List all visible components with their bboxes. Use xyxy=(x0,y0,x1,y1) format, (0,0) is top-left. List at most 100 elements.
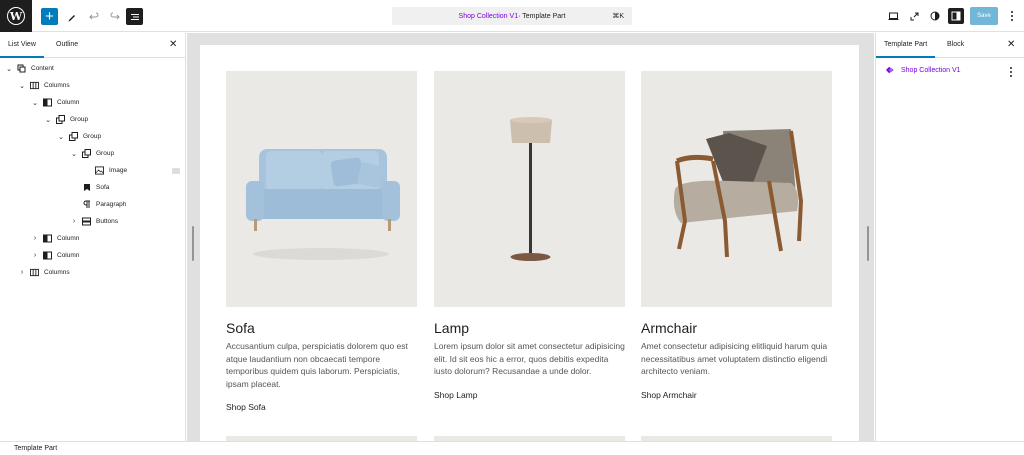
card-title[interactable]: Armchair xyxy=(641,320,832,336)
tab-template-part[interactable]: Template Part xyxy=(875,41,936,58)
list-view-item-paragraph[interactable]: Paragraph xyxy=(70,197,126,212)
list-view-item-label: Column xyxy=(57,235,80,242)
list-view-item-column[interactable]: › Column xyxy=(31,231,79,246)
shop-link[interactable]: Shop Sofa xyxy=(226,402,417,412)
sofa-image[interactable] xyxy=(226,71,417,307)
canvas-resize-handle-right[interactable] xyxy=(867,226,869,261)
list-view-item-label: Columns xyxy=(44,82,70,89)
save-button[interactable]: Save xyxy=(970,7,998,25)
list-view-item-columns[interactable]: ⌄ Columns xyxy=(18,78,70,93)
left-panel-tabs: List View Outline ✕ xyxy=(0,33,185,58)
group-icon xyxy=(82,149,91,158)
chevron-down-icon[interactable]: ⌄ xyxy=(57,133,65,141)
product-card-lamp[interactable]: Lamp Lorem ipsum dolor sit amet consecte… xyxy=(434,71,625,400)
card-title[interactable]: Sofa xyxy=(226,320,417,336)
undo-button[interactable] xyxy=(85,8,102,25)
device-preview-button[interactable] xyxy=(885,8,901,24)
block-inserter-button[interactable]: + xyxy=(41,8,58,25)
list-view-item-label: Group xyxy=(70,116,89,123)
column-icon xyxy=(43,98,52,107)
options-menu-button[interactable] xyxy=(1007,8,1017,24)
chevron-right-icon[interactable]: › xyxy=(70,218,78,225)
list-view-item-group[interactable]: ⌄ Group xyxy=(44,112,88,127)
buttons-icon xyxy=(82,217,91,226)
wordpress-logo-button[interactable]: W xyxy=(0,0,32,32)
list-view-item-content[interactable]: ⌄ Content xyxy=(5,61,54,76)
command-shortcut: ⌘K xyxy=(612,13,624,20)
template-part-options-button[interactable] xyxy=(1009,67,1013,77)
canvas-resize-handle-left[interactable] xyxy=(192,226,194,261)
product-card-armchair[interactable]: Armchair Amet consectetur adipisicing el… xyxy=(641,71,832,400)
list-view-item-buttons[interactable]: › Buttons xyxy=(70,214,118,229)
chevron-down-icon[interactable]: ⌄ xyxy=(44,116,52,124)
lamp-image[interactable] xyxy=(434,71,625,307)
settings-sidebar-button[interactable] xyxy=(948,8,964,24)
template-part-icon xyxy=(17,64,26,73)
list-view-item-label: Buttons xyxy=(96,218,119,225)
columns-icon xyxy=(30,268,39,277)
template-part-preview: Sofa Accusantium culpa, perspiciatis dol… xyxy=(200,45,859,441)
redo-icon xyxy=(110,12,120,19)
redo-button[interactable] xyxy=(106,8,123,25)
block-badge-icon xyxy=(172,167,181,174)
list-view-item-label: Columns xyxy=(44,269,70,276)
tab-block[interactable]: Block xyxy=(947,41,964,48)
tab-list-view[interactable]: List View xyxy=(0,41,44,58)
document-overview-button[interactable] xyxy=(126,8,143,25)
list-view-item-column[interactable]: › Column xyxy=(31,248,79,263)
list-view-panel: List View Outline ✕ ⌄ Content ⌄ Columns ⌄ Col… xyxy=(0,33,186,441)
list-view-item-label: Sofa xyxy=(96,184,110,191)
list-view-item-group[interactable]: ⌄ Group xyxy=(57,129,101,144)
chevron-down-icon[interactable]: ⌄ xyxy=(5,65,13,73)
product-card-sofa[interactable]: Sofa Accusantium culpa, perspiciatis dol… xyxy=(226,71,417,412)
list-view-item-label: Content xyxy=(31,65,54,72)
list-view-item-sofa[interactable]: Sofa xyxy=(70,180,109,195)
top-toolbar: W + Shop Collection V1 · Template Part ⌘… xyxy=(0,0,1024,32)
chevron-down-icon[interactable]: ⌄ xyxy=(18,82,26,90)
list-view-item-image[interactable]: Image xyxy=(83,163,181,178)
contrast-icon xyxy=(930,11,940,21)
group-icon xyxy=(69,132,78,141)
tab-outline[interactable]: Outline xyxy=(56,41,78,48)
right-panel-tabs: Template Part Block ✕ xyxy=(875,33,1024,58)
armchair-image[interactable] xyxy=(641,71,832,307)
desktop-icon xyxy=(888,12,898,20)
card-description[interactable]: Amet consectetur adipisicing elitliquid … xyxy=(641,340,832,378)
image-icon xyxy=(95,166,104,175)
shop-link[interactable]: Shop Armchair xyxy=(641,390,832,400)
view-page-button[interactable] xyxy=(906,8,922,24)
list-view-icon xyxy=(130,13,139,20)
styles-button[interactable] xyxy=(927,8,943,24)
list-view-item-label: Column xyxy=(57,99,80,106)
undo-icon xyxy=(88,12,98,19)
chevron-right-icon[interactable]: › xyxy=(31,235,39,242)
list-view-item-label: Paragraph xyxy=(96,201,127,208)
edit-tools-button[interactable] xyxy=(63,8,80,25)
chevron-down-icon[interactable]: ⌄ xyxy=(70,150,78,158)
list-view-item-group[interactable]: ⌄ Group xyxy=(70,146,114,161)
card-description[interactable]: Accusantium culpa, perspiciatis dolorem … xyxy=(226,340,417,390)
wordpress-icon: W xyxy=(7,7,25,25)
close-settings-icon[interactable]: ✕ xyxy=(1007,39,1015,50)
external-link-icon xyxy=(910,12,918,20)
chevron-down-icon[interactable]: ⌄ xyxy=(31,99,39,107)
card-description[interactable]: Lorem ipsum dolor sit amet consectetur a… xyxy=(434,340,625,378)
template-part-name: Shop Collection V1 xyxy=(901,66,961,74)
shop-link[interactable]: Shop Lamp xyxy=(434,390,625,400)
command-title: Shop Collection V1 xyxy=(458,12,519,20)
command-palette-bar[interactable]: Shop Collection V1 · Template Part ⌘K xyxy=(392,7,632,25)
list-view-item-column[interactable]: ⌄ Column xyxy=(31,95,79,110)
template-part-icon xyxy=(886,66,894,74)
template-part-item[interactable]: Shop Collection V1 xyxy=(886,66,961,74)
list-view-item-columns[interactable]: › Columns xyxy=(18,265,70,280)
group-icon xyxy=(56,115,65,124)
column-icon xyxy=(43,234,52,243)
chevron-right-icon[interactable]: › xyxy=(31,252,39,259)
list-view-item-label: Group xyxy=(96,150,115,157)
breadcrumb-item[interactable]: Template Part xyxy=(14,445,57,452)
chevron-right-icon[interactable]: › xyxy=(18,269,26,276)
close-list-view-icon[interactable]: ✕ xyxy=(169,39,177,50)
armchair-illustration xyxy=(673,129,804,258)
card-title[interactable]: Lamp xyxy=(434,320,625,336)
pencil-icon xyxy=(68,14,75,21)
